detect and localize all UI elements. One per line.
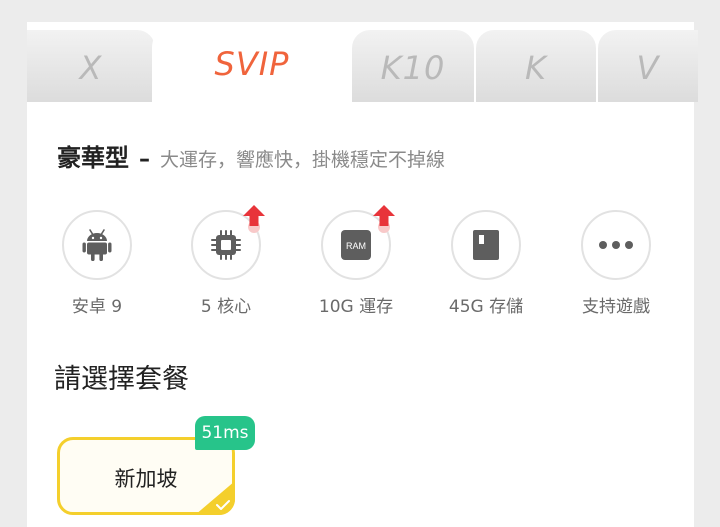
tab-label: K10 bbox=[380, 49, 446, 87]
sd-card-icon bbox=[473, 230, 499, 260]
feature-cpu: 5 核心 bbox=[161, 205, 291, 317]
android-icon bbox=[82, 229, 112, 261]
feature-storage: 45G 存儲 bbox=[421, 210, 551, 317]
upgrade-arrow-icon bbox=[243, 205, 265, 233]
tab-label: X bbox=[79, 49, 103, 87]
headline-dash: – bbox=[139, 147, 150, 172]
ram-icon-text: RAM bbox=[346, 241, 366, 251]
feature-android: 安卓 9 bbox=[32, 210, 162, 317]
feature-label: 支持遊戲 bbox=[582, 297, 650, 317]
left-frame bbox=[0, 0, 27, 527]
ram-icon: RAM bbox=[341, 230, 371, 260]
tab-label: K bbox=[525, 49, 547, 87]
cpu-chip-icon bbox=[211, 230, 241, 260]
upgrade-arrow-icon bbox=[373, 205, 395, 233]
top-frame bbox=[0, 0, 720, 22]
section-title: 請選擇套餐 bbox=[54, 364, 189, 395]
feature-label: 5 核心 bbox=[200, 297, 252, 317]
feature-ram: RAM 10G 運存 bbox=[291, 205, 421, 317]
feature-icon-circle bbox=[451, 210, 521, 280]
plan-name: 新加坡 bbox=[114, 467, 178, 491]
plan-details-panel: 豪華型 – 大運存，響應快，掛機穩定不掉線 安卓 9 5 核心 RAM 10G … bbox=[27, 102, 694, 527]
more-dots-icon bbox=[599, 241, 633, 249]
tab-label: SVIP bbox=[214, 45, 290, 83]
feature-label: 安卓 9 bbox=[71, 297, 123, 317]
feature-list: 安卓 9 5 核心 RAM 10G 運存 45G 存儲 支持遊戲 bbox=[27, 205, 694, 320]
plan-tabbar: X SVIP K10 K V bbox=[27, 22, 698, 102]
selected-check-icon bbox=[195, 481, 235, 515]
feature-label: 10G 運存 bbox=[318, 297, 394, 317]
plan-type-title: 豪華型 bbox=[57, 144, 129, 172]
tab-x[interactable]: X bbox=[27, 30, 155, 102]
tab-label: V bbox=[636, 49, 660, 87]
plan-description: 大運存，響應快，掛機穩定不掉線 bbox=[160, 149, 446, 171]
tab-svip[interactable]: SVIP bbox=[152, 22, 352, 102]
tab-k10[interactable]: K10 bbox=[352, 30, 474, 102]
feature-icon-circle bbox=[581, 210, 651, 280]
tab-v[interactable]: V bbox=[598, 30, 698, 102]
feature-icon-circle bbox=[62, 210, 132, 280]
tab-k[interactable]: K bbox=[476, 30, 596, 102]
latency-badge: 51ms bbox=[195, 416, 255, 450]
plan-headline: 豪華型 – 大運存，響應快，掛機穩定不掉線 bbox=[57, 138, 445, 173]
feature-games: 支持遊戲 bbox=[551, 210, 681, 317]
feature-label: 45G 存儲 bbox=[448, 297, 524, 317]
